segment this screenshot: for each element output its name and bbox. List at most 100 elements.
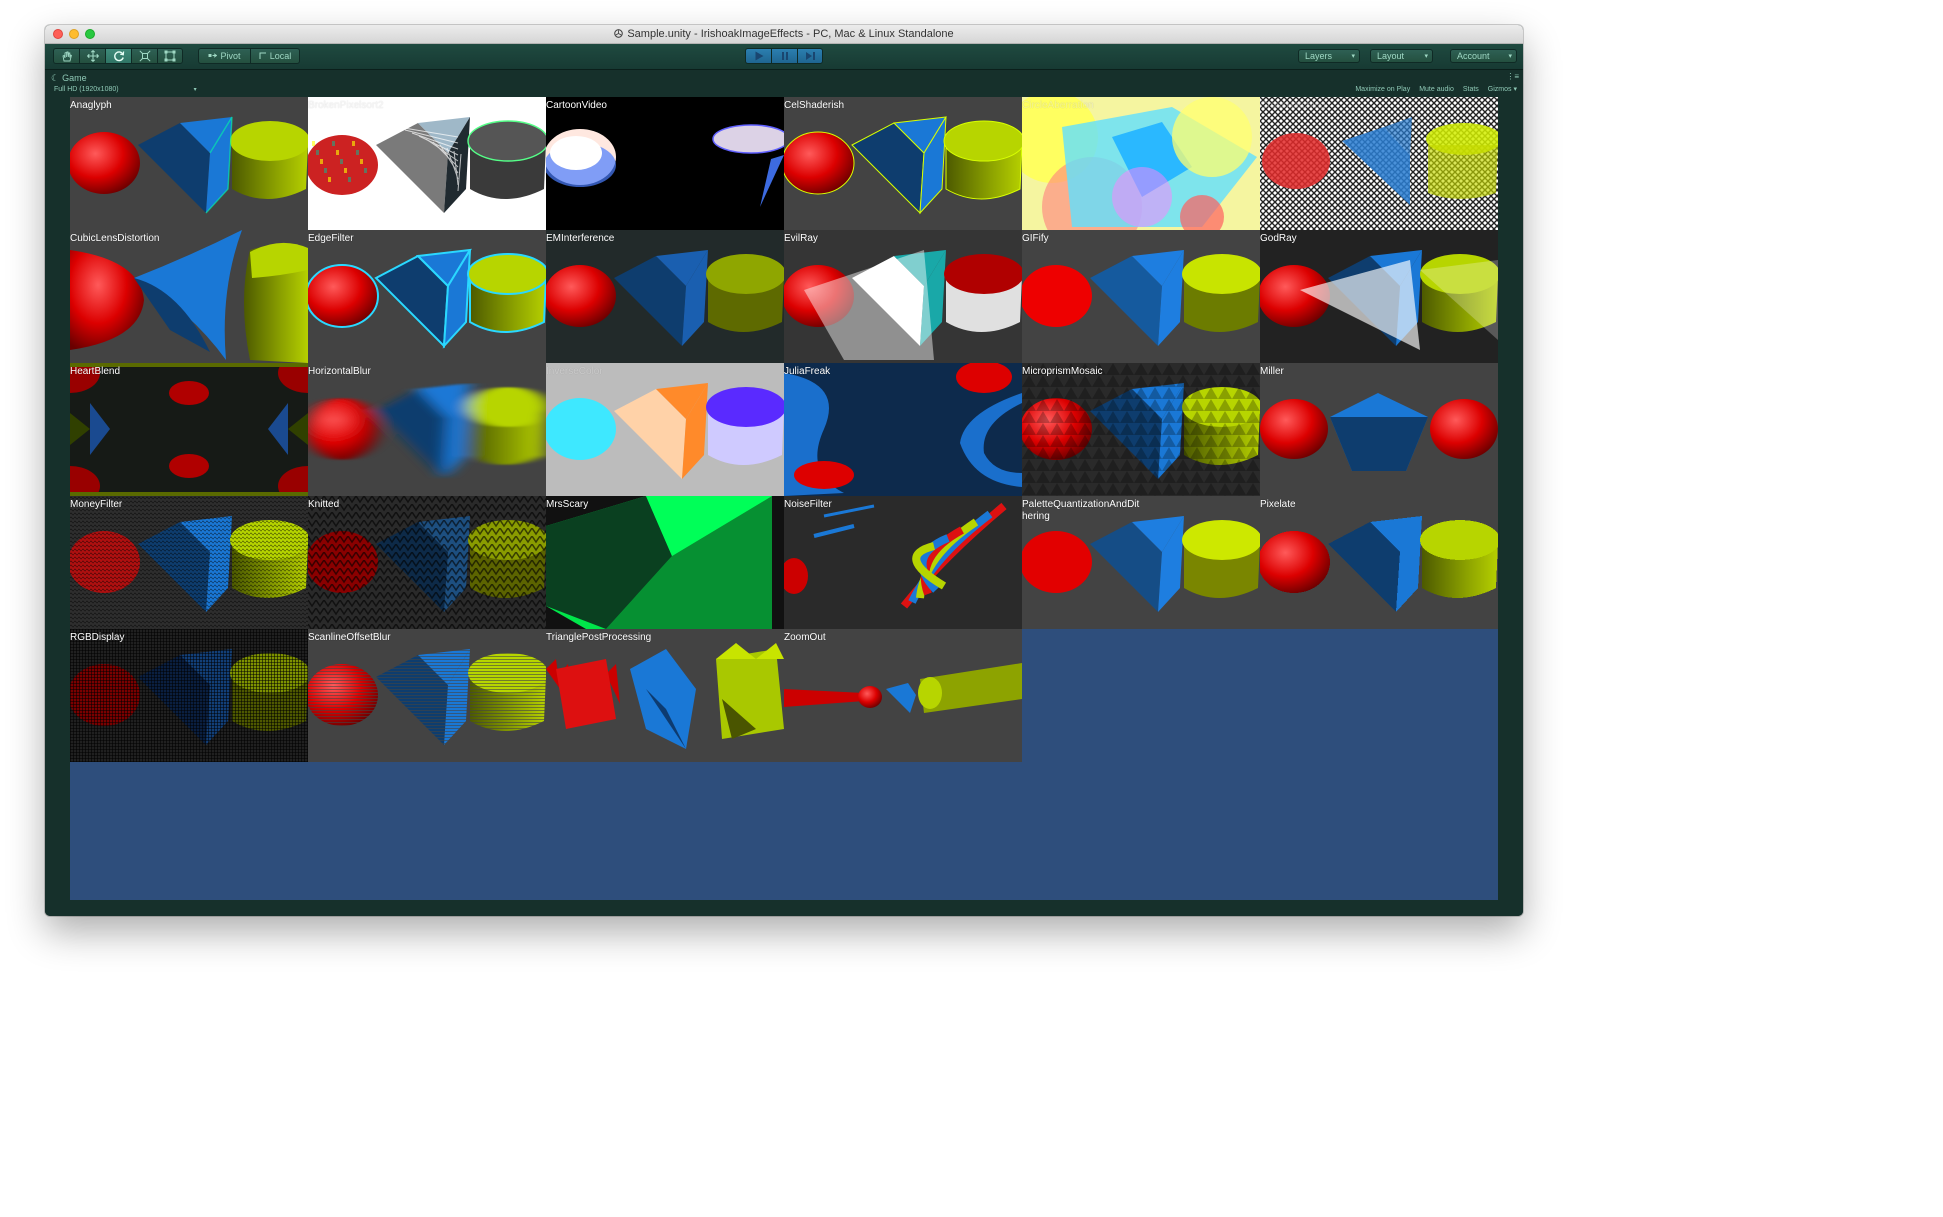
effect-tile-trianglepostprocessing: TrianglePostProcessing [546,629,784,762]
effect-preview-image [1022,363,1260,496]
hand-tool-icon [61,51,72,61]
local-label: Local [269,51,292,61]
effect-tile-godray: GodRay [1260,230,1498,363]
game-tab-label: Game [62,73,87,83]
gizmos-dropdown[interactable]: Gizmos ▾ [1488,85,1517,95]
local-space-icon [259,52,266,59]
step-icon [805,52,815,60]
unity-editor-window: Sample.unity - IrishoakImageEffects - PC… [45,25,1523,916]
effect-label: ZoomOut [784,632,826,643]
chevron-down-icon: ▾ [1508,53,1512,60]
effect-tile-edgefilter: EdgeFilter [308,230,546,363]
pivot-toggle-button[interactable]: Pivot [198,48,250,64]
effect-tile-gifify: GIFify [1022,230,1260,363]
effect-preview-image [70,629,308,762]
effect-label: NoiseFilter [784,499,832,510]
effect-tile-zoomout: ZoomOut [784,629,1022,762]
layers-dropdown[interactable]: Layers ▾ [1298,49,1360,63]
effect-tile-knitted: Knitted [308,496,546,629]
effect-tile-microprismmosaic: MicroprismMosaic [1022,363,1260,496]
effect-tile-brokenpixelsort2: BrokenPixelsort2 [308,97,546,230]
effect-preview-image [1022,97,1260,230]
hand-tool-button[interactable] [53,48,79,64]
effect-label: GIFify [1022,233,1049,244]
window-title: Sample.unity - IrishoakImageEffects - PC… [627,28,954,40]
account-label: Account [1457,51,1490,61]
step-button[interactable] [797,48,823,64]
play-icon [755,51,763,61]
effect-tile-miller: Miller [1260,363,1498,496]
unity-scene-icon [614,29,624,38]
chevron-down-icon: ▾ [1513,86,1517,93]
gizmos-label: Gizmos [1487,86,1512,93]
effect-preview-image [1260,496,1498,629]
effect-label: CircleAberration [1022,100,1094,111]
effect-label: CrossHatching [1260,100,1326,111]
effect-label: JuliaFreak [784,366,831,377]
effect-label: TrianglePostProcessing [546,632,652,643]
effect-tile-rgbdisplay: RGBDisplay [70,629,308,762]
scale-tool-icon [138,50,151,62]
move-tool-button[interactable] [79,48,105,64]
effect-preview-image [308,496,546,629]
effect-preview-image [1260,230,1498,363]
effect-preview-image [70,230,308,363]
effect-tile-inversecolor: InverseColor [546,363,784,496]
effect-preview-image [308,230,546,363]
scale-tool-button[interactable] [131,48,157,64]
effect-tile-horizontalblur: HorizontalBlur [308,363,546,496]
effect-tile-scanlineoffsetblur: ScanlineOffsetBlur [308,629,546,762]
layers-label: Layers [1305,51,1333,61]
effect-preview-image [1022,230,1260,363]
transform-tools-group [53,48,183,64]
rect-tool-button[interactable] [157,48,183,64]
account-dropdown[interactable]: Account ▾ [1450,49,1517,63]
effect-tile-noisefilter: NoiseFilter [784,496,1022,629]
effect-tile-eminterference: EMInterference [546,230,784,363]
effect-label: Pixelate [1260,499,1296,510]
effect-tile-palettequantizationanddithering: PaletteQuantizationAndDithering [1022,496,1260,629]
effect-tile-moneyfilter: MoneyFilter [70,496,308,629]
effect-tile-mrsscary: MrsScary [546,496,784,629]
effect-label: EdgeFilter [308,233,354,244]
game-viewport[interactable]: Anaglyph BrokenPixelsort2 CartoonVideo C… [70,97,1498,900]
resolution-dropdown[interactable]: Full HD (1920x1080) ▾ [54,85,197,95]
effect-tile-juliafreak: JuliaFreak [784,363,1022,496]
maximize-on-play-toggle[interactable]: Maximize on Play [1355,85,1410,95]
pivot-mode-group: Pivot Local [198,48,300,64]
effect-preview-image [70,97,308,230]
mute-audio-toggle[interactable]: Mute audio [1419,85,1454,95]
effect-tile-cartoonvideo: CartoonVideo [546,97,784,230]
effect-preview-image [546,97,784,230]
effect-label: InverseColor [546,366,603,377]
rotate-tool-icon [113,51,124,62]
effect-label: CelShaderish [784,100,845,111]
pause-icon [781,52,788,60]
effect-preview-image [784,629,1022,762]
effect-preview-image [784,363,1022,496]
effect-label: Miller [1260,366,1284,377]
effect-label: Anaglyph [70,100,112,111]
effect-label: MicroprismMosaic [1022,366,1103,377]
layout-dropdown[interactable]: Layout ▾ [1370,49,1433,63]
effect-label: MoneyFilter [70,499,123,510]
local-toggle-button[interactable]: Local [250,48,300,64]
chevron-down-icon: ▾ [1424,53,1428,60]
play-button[interactable] [745,48,771,64]
effect-preview-image [784,496,1022,629]
chevron-down-icon: ▾ [193,87,197,93]
effect-preview-image [1260,97,1498,230]
rotate-tool-button[interactable] [105,48,131,64]
game-tab[interactable]: ☾ Game [51,72,87,84]
stats-toggle[interactable]: Stats [1463,85,1479,95]
pivot-icon [208,52,218,58]
layout-label: Layout [1377,51,1405,61]
effect-tile-evilray: EvilRay [784,230,1022,363]
panel-menu-icon[interactable]: ⋮≡ [1506,72,1519,81]
effect-label: EvilRay [784,233,818,244]
effect-tile-anaglyph: Anaglyph [70,97,308,230]
pause-button[interactable] [771,48,797,64]
effect-preview-image [784,97,1022,230]
effect-preview-image [546,363,784,496]
effect-label: PaletteQuantizationAndDithering [1022,499,1140,522]
